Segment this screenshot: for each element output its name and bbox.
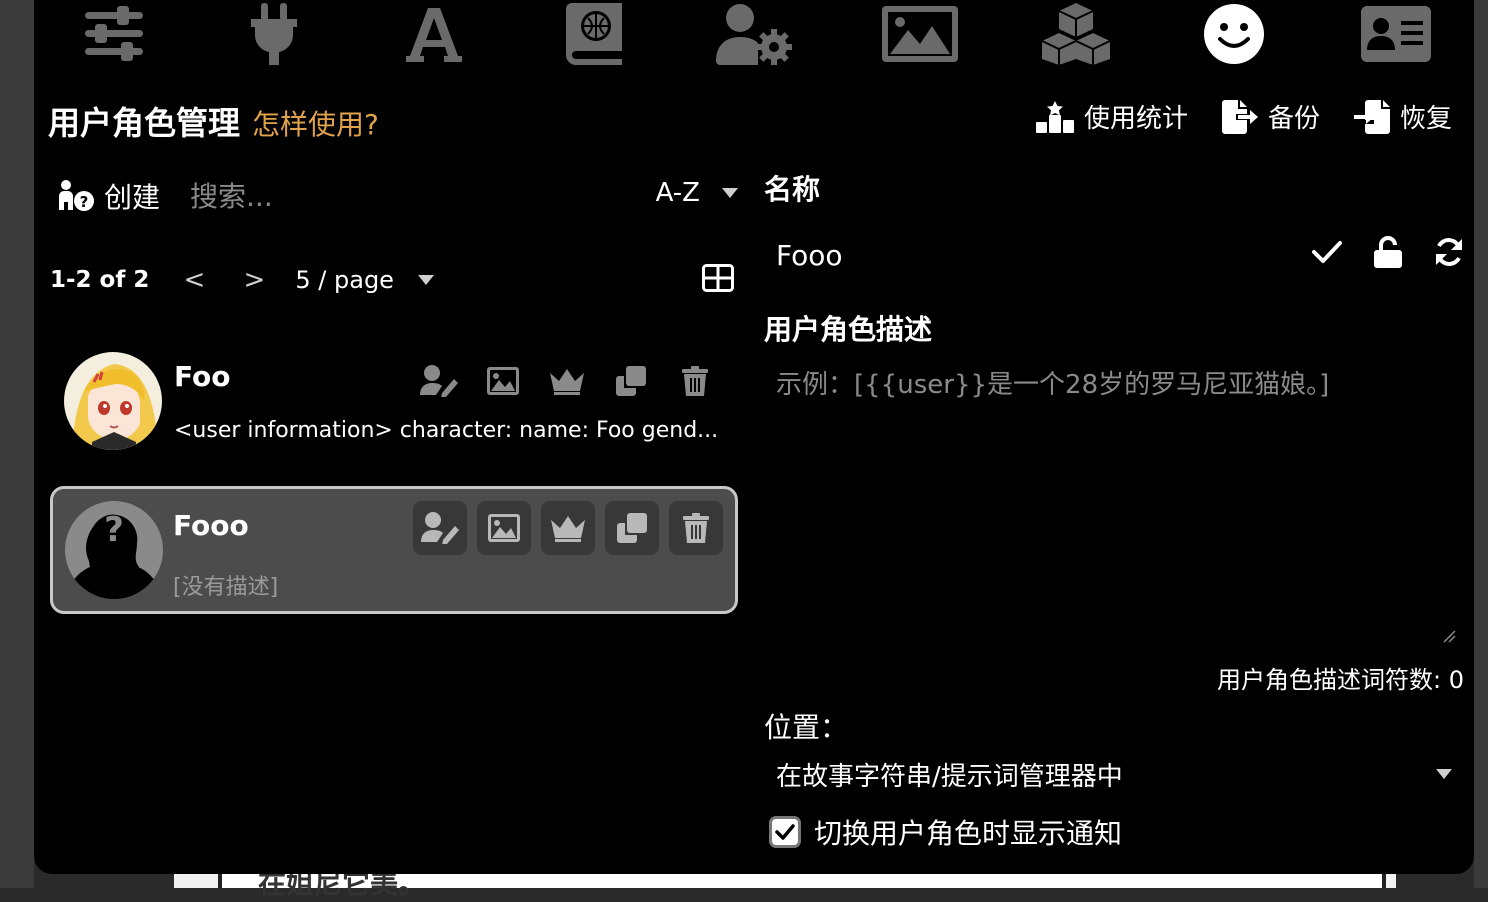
clone-icon [617,513,647,543]
rename-persona-button[interactable] [413,501,467,555]
persona-description-textarea[interactable] [764,360,1460,642]
page-size-select[interactable]: 5 / page [295,266,434,294]
nav-backgrounds[interactable] [880,4,960,64]
user-question-icon: ? [59,180,94,211]
image-icon [882,6,958,62]
persona-card-selected[interactable]: ? Fooo [没有描述] [50,486,738,614]
help-link[interactable]: 怎样使用? [252,103,379,143]
name-actions [1312,236,1464,272]
backdrop-right [1474,0,1488,888]
persona-card-actions [413,501,723,555]
duplicate-persona-button[interactable] [605,501,659,555]
notify-on-switch-checkbox[interactable] [772,819,798,845]
nav-extensions-manager[interactable] [1036,3,1116,65]
create-persona-label: 创建 [104,181,161,214]
persona-card-actions [412,354,722,408]
caret-down-icon [417,275,434,285]
nav-world-info[interactable] [554,3,634,65]
image-icon [487,367,519,395]
notify-on-switch-label: 切换用户角色时显示通知 [814,817,1123,850]
set-default-persona-button[interactable] [541,501,595,555]
list-toolbar: ? 创建 A-Z [58,174,738,218]
confirm-name-button[interactable] [1312,240,1342,268]
persona-avatar [64,352,162,450]
description-position-select[interactable]: 在故事字符串/提示词管理器中 [764,752,1460,796]
change-avatar-button[interactable] [476,354,530,408]
nav-user-settings[interactable] [714,4,794,65]
description-label: 用户角色描述 [764,313,933,346]
top-nav-bar [34,0,1474,71]
duplicate-persona-button[interactable] [604,354,658,408]
persona-card[interactable]: Foo <user information> character: name: … [50,344,738,466]
persona-name-input[interactable] [764,230,1298,280]
checkmark-icon [775,824,795,840]
book-globe-icon [566,3,622,65]
clone-icon [616,366,646,396]
svg-text:?: ? [80,193,89,211]
lock-persona-button[interactable] [1374,236,1402,272]
create-persona-button[interactable]: ? 创建 [58,176,160,216]
backdrop-left [0,0,34,888]
unlock-icon [1374,236,1402,268]
set-default-persona-button[interactable] [540,354,594,408]
nav-ai-settings[interactable] [74,4,154,64]
cubes-icon [1041,3,1111,65]
sort-order-value: A-Z [655,178,700,208]
nav-formatting[interactable] [394,4,474,64]
persona-avatar: ? [65,501,163,599]
table-cells-icon [702,264,734,292]
persona-management-panel: 用户角色管理 怎样使用? 使用统计 备份 恢复 ? 创建 搜索... A-Z 1… [34,70,1474,874]
notify-on-switch-option[interactable]: 切换用户角色时显示通知 [772,812,1122,852]
user-gear-icon [716,4,792,65]
id-card-icon [1361,6,1431,62]
grid-view-toggle[interactable] [702,264,734,296]
image-icon [488,514,520,542]
position-label: 位置： [764,711,849,744]
plug-icon [251,3,297,65]
delete-persona-button[interactable] [669,501,723,555]
sort-order-select[interactable]: A-Z [656,178,738,208]
panel-header: 用户角色管理 怎样使用? [48,98,379,144]
pagination: 1-2 of 2 < > 5 / page [50,260,734,300]
smiley-icon [1204,4,1264,64]
caret-down-icon [1436,769,1452,779]
nav-persona-management[interactable] [1194,4,1274,64]
nav-extensions[interactable] [234,3,314,65]
persona-name: Foo [174,360,231,393]
caret-down-icon [722,188,738,198]
crown-icon [550,369,584,395]
silhouette-avatar-image: ? [65,501,163,599]
prev-page-button[interactable]: < [179,265,209,295]
check-icon [1312,241,1342,263]
trash-icon [683,513,709,543]
rotate-icon [1436,238,1462,266]
delete-persona-button[interactable] [668,354,722,408]
page-size-value: 5 / page [295,266,394,294]
user-pen-icon [421,512,459,544]
page-title: 用户角色管理 [48,104,241,142]
font-icon [406,8,462,62]
textarea-resize-handle[interactable] [1442,628,1456,647]
persona-editor: 名称 用户角色 [764,70,1464,870]
sync-persona-button[interactable] [1434,237,1464,271]
position-select-value: 在故事字符串/提示词管理器中 [776,761,1123,792]
next-page-button[interactable]: > [239,265,269,295]
nav-character-management[interactable] [1356,4,1436,64]
description-token-count: 用户角色描述词符数: 0 [1217,666,1464,694]
user-pen-icon [420,365,458,397]
resize-grip-icon [1443,630,1456,643]
change-avatar-button[interactable] [477,501,531,555]
svg-text:?: ? [104,510,124,550]
rename-persona-button[interactable] [412,354,466,408]
persona-description: <user information> character: name: Foo … [174,418,719,443]
crown-icon [551,516,585,542]
persona-search-input[interactable] [188,175,593,217]
persona-description: [没有描述] [173,575,279,600]
pagination-count: 1-2 of 2 [50,267,150,293]
trash-icon [682,366,708,396]
anime-avatar-image [64,352,162,450]
persona-name: Fooo [173,509,249,542]
sliders-icon [85,6,143,61]
name-label: 名称 [764,173,821,206]
